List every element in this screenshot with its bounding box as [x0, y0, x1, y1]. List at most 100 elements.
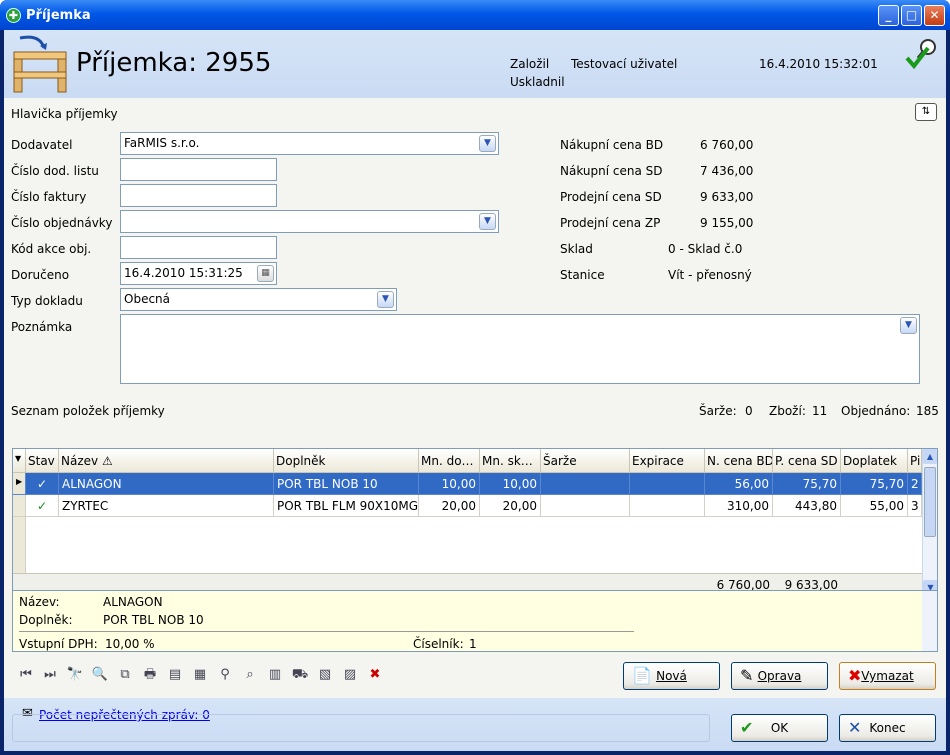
export-icon[interactable]: ▤	[166, 666, 184, 684]
chevron-down-icon[interactable]: ▼	[377, 291, 394, 308]
ok-button[interactable]: ✔ OK	[731, 714, 828, 742]
zalozil-label: Založil	[510, 57, 550, 71]
chevron-down-icon[interactable]: ▼	[479, 135, 496, 152]
filter-icon[interactable]: ⚲	[216, 666, 234, 684]
find-icon[interactable]: 🔭	[66, 666, 84, 684]
grid-menu-icon[interactable]: ▼	[13, 449, 26, 473]
cell-sarze	[541, 495, 630, 517]
row-header-empty	[13, 517, 26, 573]
nakupni-bd-label: Nákupní cena BD	[560, 138, 664, 152]
cell-pi: 2	[908, 473, 922, 495]
cislo-faktury-input[interactable]	[120, 184, 277, 207]
oprava-button[interactable]: ✎ Oprava	[731, 662, 828, 690]
cislo-dod-listu-label: Číslo dod. listu	[11, 164, 99, 178]
nova-label: Nová	[656, 669, 687, 683]
search-document-icon[interactable]: 🔍	[91, 666, 109, 684]
col-mn-do[interactable]: Mn. do…	[419, 449, 480, 473]
detail-nazev-label: Název:	[19, 595, 60, 609]
copy-icon[interactable]: ⧉	[116, 666, 134, 684]
col-expirace[interactable]: Expirace	[630, 449, 705, 473]
cell-mn-do: 20,00	[419, 495, 480, 517]
app-icon: ✚	[6, 8, 21, 23]
zbozi-count-label: Zboží:	[769, 404, 806, 418]
nakupni-sd-value: 7 436,00	[700, 164, 754, 178]
vymazat-button[interactable]: ✖ Vymazat	[839, 662, 936, 690]
message-panel	[12, 714, 710, 742]
cell-p-cena: 443,80	[773, 495, 841, 517]
col-p-cena[interactable]: P. cena SD	[773, 449, 841, 473]
document-list-icon[interactable]: ▧	[316, 666, 334, 684]
edit-icon: ✎	[740, 666, 754, 685]
scroll-up-icon[interactable]: ▲	[923, 449, 937, 464]
client-area: Příjemka: 2955 Založil Testovací uživate…	[4, 30, 946, 751]
sklad-label: Sklad	[560, 242, 593, 256]
uskladnil-label: Uskladnil	[510, 75, 565, 89]
edit-list-icon[interactable]: ▨	[341, 666, 359, 684]
maximize-button[interactable]: □	[901, 5, 922, 26]
cislo-dod-listu-input[interactable]	[120, 158, 277, 181]
status-icon: ✓	[26, 473, 59, 495]
stock-icon[interactable]: ▥	[266, 666, 284, 684]
sort-warning-icon: ⚠	[101, 454, 113, 468]
collapse-header-icon[interactable]: ⇅	[915, 103, 937, 121]
col-stav[interactable]: Stav	[26, 449, 59, 473]
dodavatel-label: Dodavatel	[11, 138, 73, 152]
prodejni-zp-value: 9 155,00	[700, 216, 754, 230]
last-record-icon[interactable]: ⏭	[41, 666, 59, 684]
scroll-thumb[interactable]	[924, 467, 936, 537]
typ-dokladu-label: Typ dokladu	[11, 294, 83, 308]
vertical-scrollbar[interactable]: ▲ ▼	[922, 449, 937, 595]
minimize-button[interactable]: _	[878, 5, 899, 26]
zoom-icon[interactable]: ⌕	[241, 666, 259, 684]
close-button[interactable]: ✕	[924, 5, 945, 26]
vymazat-label: Vymazat	[861, 669, 914, 683]
divider	[19, 631, 634, 632]
detail-panel: Název: ALNAGON Doplněk: POR TBL NOB 10 V…	[12, 590, 938, 652]
cell-nazev: ALNAGON	[59, 473, 274, 495]
title-bar[interactable]: ✚ Příjemka _ □ ✕	[0, 0, 950, 30]
col-doplatek[interactable]: Doplatek	[841, 449, 908, 473]
window: ✚ Příjemka _ □ ✕ Příjemka: 2955 Založil …	[0, 0, 950, 755]
nova-button[interactable]: 📄 Nová	[623, 662, 720, 690]
delivery-icon[interactable]: ⛟	[291, 666, 309, 684]
detail-dph-label: Vstupní DPH:	[19, 637, 98, 651]
detail-scrollbar[interactable]	[922, 591, 937, 651]
col-pi[interactable]: Pi	[908, 449, 922, 473]
dodavatel-select[interactable]: FaRMIS s.r.o. ▼	[120, 132, 499, 155]
cell-doplnek: POR TBL NOB 10	[274, 473, 419, 495]
col-nazev[interactable]: Název ⚠	[59, 449, 274, 473]
first-record-icon[interactable]: ⏮	[17, 666, 35, 684]
calculator-icon[interactable]: ▦	[191, 666, 209, 684]
nakupni-bd-value: 6 760,00	[700, 138, 754, 152]
cell-n-cena: 310,00	[705, 495, 773, 517]
status-icon: ✓	[26, 495, 59, 517]
delete-item-icon[interactable]: ✖	[366, 666, 384, 684]
chevron-down-icon[interactable]: ▼	[479, 213, 496, 230]
konec-button[interactable]: ✕ Konec	[839, 714, 936, 742]
page-title: Příjemka: 2955	[76, 48, 272, 78]
col-doplnek[interactable]: Doplněk	[274, 449, 419, 473]
nakupni-sd-label: Nákupní cena SD	[560, 164, 663, 178]
cell-expirace	[630, 495, 705, 517]
dodavatel-value: FaRMIS s.r.o.	[124, 136, 200, 150]
poznamka-textarea[interactable]: ▼	[120, 314, 920, 384]
typ-dokladu-value: Obecná	[124, 292, 171, 306]
print-icon[interactable]: 🖶	[141, 666, 159, 684]
zbozi-count-value: 11	[812, 404, 828, 418]
detail-dph-value: 10,00 %	[105, 637, 155, 651]
typ-dokladu-select[interactable]: Obecná ▼	[120, 288, 397, 311]
detail-doplnek-value: POR TBL NOB 10	[103, 613, 204, 627]
calendar-icon[interactable]: ▦	[257, 265, 274, 282]
col-n-cena[interactable]: N. cena BD	[705, 449, 773, 473]
doruceno-input[interactable]: 16.4.2010 15:31:25 ▦	[120, 262, 277, 285]
delete-icon: ✖	[848, 666, 862, 685]
cell-doplatek: 55,00	[841, 495, 908, 517]
col-sarze[interactable]: Šarže	[541, 449, 630, 473]
expand-icon[interactable]: ▼	[900, 317, 917, 334]
prodejni-zp-label: Prodejní cena ZP	[560, 216, 661, 230]
cell-nazev: ZYRTEC	[59, 495, 274, 517]
oprava-label: Oprava	[757, 669, 802, 683]
cislo-objednavky-select[interactable]: ▼	[120, 210, 499, 233]
col-mn-sk[interactable]: Mn. sk…	[480, 449, 541, 473]
kod-akce-input[interactable]	[120, 236, 277, 259]
